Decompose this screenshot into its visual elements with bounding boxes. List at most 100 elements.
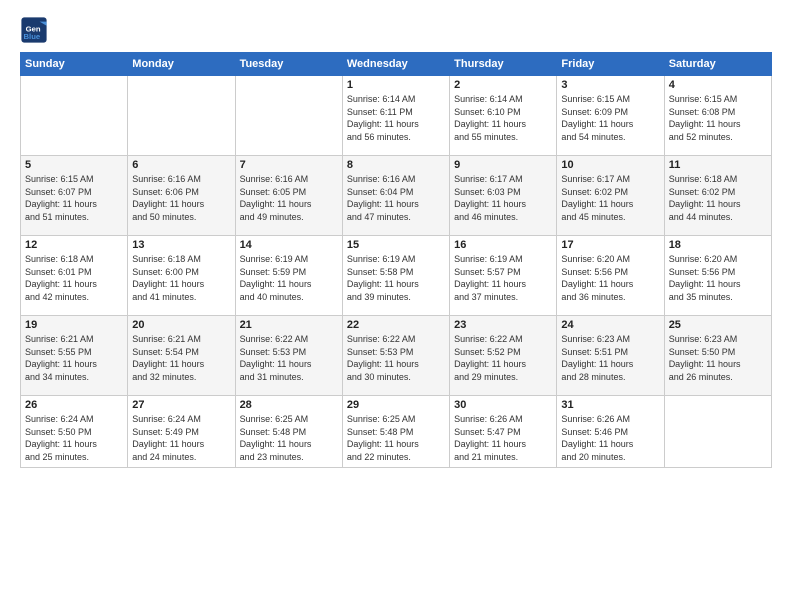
- calendar-table: SundayMondayTuesdayWednesdayThursdayFrid…: [20, 52, 772, 468]
- calendar-cell: 12 Sunrise: 6:18 AM Sunset: 6:01 PM Dayli…: [21, 236, 128, 316]
- day-number: 26: [25, 399, 123, 411]
- weekday-header-thursday: Thursday: [450, 53, 557, 76]
- calendar-cell: 7 Sunrise: 6:16 AM Sunset: 6:05 PM Daylig…: [235, 156, 342, 236]
- day-info: Sunrise: 6:16 AM Sunset: 6:06 PM Dayligh…: [132, 173, 230, 223]
- day-number: 10: [561, 159, 659, 171]
- calendar-cell: 24Sunrise: 6:23 AM Sunset: 5:51 PM Dayli…: [557, 316, 664, 396]
- day-number: 4: [669, 79, 767, 91]
- day-info: Sunrise: 6:24 AM Sunset: 5:49 PM Dayligh…: [132, 413, 230, 463]
- day-number: 18: [669, 239, 767, 251]
- day-info: Sunrise: 6:25 AM Sunset: 5:48 PM Dayligh…: [240, 413, 338, 463]
- day-number: 3: [561, 79, 659, 91]
- day-number: 5: [25, 159, 123, 171]
- calendar-cell: 9 Sunrise: 6:17 AM Sunset: 6:03 PM Daylig…: [450, 156, 557, 236]
- day-number: 30: [454, 399, 552, 411]
- calendar-cell: 3Sunrise: 6:15 AM Sunset: 6:09 PM Daylig…: [557, 76, 664, 156]
- header: Gen Blue: [20, 16, 772, 44]
- day-number: 12: [25, 239, 123, 251]
- day-number: 9: [454, 159, 552, 171]
- day-info: Sunrise: 6:25 AM Sunset: 5:48 PM Dayligh…: [347, 413, 445, 463]
- day-number: 31: [561, 399, 659, 411]
- calendar-cell: 29 Sunrise: 6:25 AM Sunset: 5:48 PM Dayli…: [342, 396, 449, 468]
- calendar-page: Gen Blue SundayMondayTuesdayWednesdayThu…: [0, 0, 792, 612]
- day-info: Sunrise: 6:17 AM Sunset: 6:03 PM Dayligh…: [454, 173, 552, 223]
- day-number: 7: [240, 159, 338, 171]
- day-info: Sunrise: 6:14 AM Sunset: 6:11 PM Dayligh…: [347, 93, 445, 143]
- day-info: Sunrise: 6:20 AM Sunset: 5:56 PM Dayligh…: [561, 253, 659, 303]
- calendar-cell: 11 Sunrise: 6:18 AM Sunset: 6:02 PM Dayli…: [664, 156, 771, 236]
- weekday-header-saturday: Saturday: [664, 53, 771, 76]
- weekday-header-tuesday: Tuesday: [235, 53, 342, 76]
- day-info: Sunrise: 6:17 AM Sunset: 6:02 PM Dayligh…: [561, 173, 659, 223]
- calendar-cell: [664, 396, 771, 468]
- day-number: 28: [240, 399, 338, 411]
- calendar-cell: 13Sunrise: 6:18 AM Sunset: 6:00 PM Dayli…: [128, 236, 235, 316]
- day-info: Sunrise: 6:22 AM Sunset: 5:52 PM Dayligh…: [454, 333, 552, 383]
- weekday-header-sunday: Sunday: [21, 53, 128, 76]
- day-number: 6: [132, 159, 230, 171]
- calendar-cell: 27 Sunrise: 6:24 AM Sunset: 5:49 PM Dayli…: [128, 396, 235, 468]
- calendar-cell: [235, 76, 342, 156]
- day-number: 14: [240, 239, 338, 251]
- calendar-cell: 5 Sunrise: 6:15 AM Sunset: 6:07 PM Daylig…: [21, 156, 128, 236]
- calendar-cell: 30 Sunrise: 6:26 AM Sunset: 5:47 PM Dayli…: [450, 396, 557, 468]
- calendar-cell: 20Sunrise: 6:21 AM Sunset: 5:54 PM Dayli…: [128, 316, 235, 396]
- day-number: 19: [25, 319, 123, 331]
- day-info: Sunrise: 6:24 AM Sunset: 5:50 PM Dayligh…: [25, 413, 123, 463]
- day-number: 29: [347, 399, 445, 411]
- day-info: Sunrise: 6:15 AM Sunset: 6:07 PM Dayligh…: [25, 173, 123, 223]
- day-info: Sunrise: 6:18 AM Sunset: 6:01 PM Dayligh…: [25, 253, 123, 303]
- day-number: 23: [454, 319, 552, 331]
- day-info: Sunrise: 6:16 AM Sunset: 6:04 PM Dayligh…: [347, 173, 445, 223]
- day-info: Sunrise: 6:22 AM Sunset: 5:53 PM Dayligh…: [347, 333, 445, 383]
- calendar-cell: 19Sunrise: 6:21 AM Sunset: 5:55 PM Dayli…: [21, 316, 128, 396]
- day-info: Sunrise: 6:19 AM Sunset: 5:57 PM Dayligh…: [454, 253, 552, 303]
- calendar-cell: 17 Sunrise: 6:20 AM Sunset: 5:56 PM Dayli…: [557, 236, 664, 316]
- day-info: Sunrise: 6:23 AM Sunset: 5:50 PM Dayligh…: [669, 333, 767, 383]
- calendar-cell: [21, 76, 128, 156]
- day-info: Sunrise: 6:20 AM Sunset: 5:56 PM Dayligh…: [669, 253, 767, 303]
- day-info: Sunrise: 6:16 AM Sunset: 6:05 PM Dayligh…: [240, 173, 338, 223]
- weekday-header-monday: Monday: [128, 53, 235, 76]
- day-number: 11: [669, 159, 767, 171]
- day-info: Sunrise: 6:22 AM Sunset: 5:53 PM Dayligh…: [240, 333, 338, 383]
- day-info: Sunrise: 6:23 AM Sunset: 5:51 PM Dayligh…: [561, 333, 659, 383]
- calendar-cell: 23 Sunrise: 6:22 AM Sunset: 5:52 PM Dayli…: [450, 316, 557, 396]
- day-info: Sunrise: 6:19 AM Sunset: 5:59 PM Dayligh…: [240, 253, 338, 303]
- weekday-header-row: SundayMondayTuesdayWednesdayThursdayFrid…: [21, 53, 772, 76]
- day-number: 16: [454, 239, 552, 251]
- day-info: Sunrise: 6:14 AM Sunset: 6:10 PM Dayligh…: [454, 93, 552, 143]
- day-number: 1: [347, 79, 445, 91]
- week-row-3: 12 Sunrise: 6:18 AM Sunset: 6:01 PM Dayli…: [21, 236, 772, 316]
- calendar-cell: 4 Sunrise: 6:15 AM Sunset: 6:08 PM Daylig…: [664, 76, 771, 156]
- day-info: Sunrise: 6:18 AM Sunset: 6:00 PM Dayligh…: [132, 253, 230, 303]
- day-info: Sunrise: 6:15 AM Sunset: 6:08 PM Dayligh…: [669, 93, 767, 143]
- calendar-cell: 2 Sunrise: 6:14 AM Sunset: 6:10 PM Daylig…: [450, 76, 557, 156]
- day-number: 8: [347, 159, 445, 171]
- calendar-cell: 18 Sunrise: 6:20 AM Sunset: 5:56 PM Dayli…: [664, 236, 771, 316]
- calendar-cell: 1 Sunrise: 6:14 AM Sunset: 6:11 PM Daylig…: [342, 76, 449, 156]
- calendar-cell: 22 Sunrise: 6:22 AM Sunset: 5:53 PM Dayli…: [342, 316, 449, 396]
- day-number: 22: [347, 319, 445, 331]
- day-number: 17: [561, 239, 659, 251]
- weekday-header-friday: Friday: [557, 53, 664, 76]
- svg-text:Blue: Blue: [24, 32, 41, 41]
- week-row-5: 26 Sunrise: 6:24 AM Sunset: 5:50 PM Dayli…: [21, 396, 772, 468]
- weekday-header-wednesday: Wednesday: [342, 53, 449, 76]
- calendar-cell: 25 Sunrise: 6:23 AM Sunset: 5:50 PM Dayli…: [664, 316, 771, 396]
- calendar-cell: 10 Sunrise: 6:17 AM Sunset: 6:02 PM Dayli…: [557, 156, 664, 236]
- day-info: Sunrise: 6:18 AM Sunset: 6:02 PM Dayligh…: [669, 173, 767, 223]
- calendar-cell: 26 Sunrise: 6:24 AM Sunset: 5:50 PM Dayli…: [21, 396, 128, 468]
- day-number: 25: [669, 319, 767, 331]
- day-number: 20: [132, 319, 230, 331]
- calendar-cell: 15 Sunrise: 6:19 AM Sunset: 5:58 PM Dayli…: [342, 236, 449, 316]
- day-number: 2: [454, 79, 552, 91]
- day-info: Sunrise: 6:26 AM Sunset: 5:47 PM Dayligh…: [454, 413, 552, 463]
- day-number: 21: [240, 319, 338, 331]
- day-info: Sunrise: 6:19 AM Sunset: 5:58 PM Dayligh…: [347, 253, 445, 303]
- day-number: 15: [347, 239, 445, 251]
- calendar-cell: 14 Sunrise: 6:19 AM Sunset: 5:59 PM Dayli…: [235, 236, 342, 316]
- calendar-cell: 16 Sunrise: 6:19 AM Sunset: 5:57 PM Dayli…: [450, 236, 557, 316]
- calendar-cell: 6 Sunrise: 6:16 AM Sunset: 6:06 PM Daylig…: [128, 156, 235, 236]
- day-number: 27: [132, 399, 230, 411]
